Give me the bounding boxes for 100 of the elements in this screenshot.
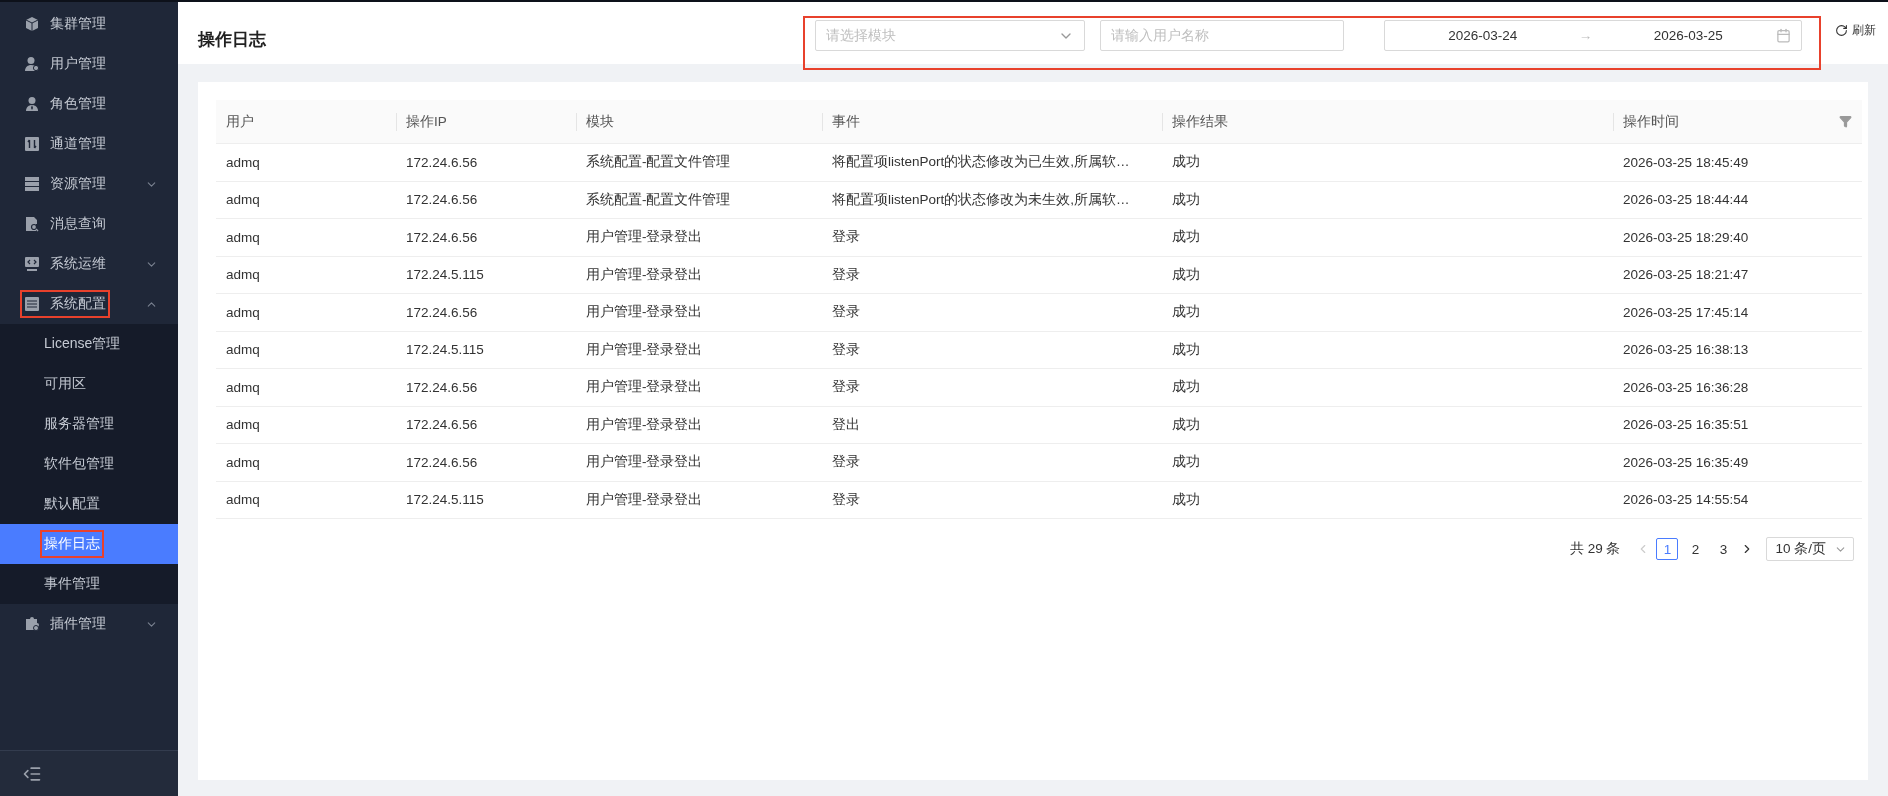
menu-item[interactable]: 插件管理 (0, 604, 178, 644)
column-header: 操作结果 (1162, 100, 1613, 144)
table-cell: admq (216, 406, 396, 444)
table-cell: 用户管理-登录登出 (576, 219, 822, 257)
submenu-item[interactable]: 默认配置 (0, 484, 178, 524)
table-cell: 用户管理-登录登出 (576, 369, 822, 407)
table-cell: 系统配置-配置文件管理 (576, 181, 822, 219)
table-cell: 成功 (1162, 181, 1613, 219)
table-cell: 登录 (822, 256, 1162, 294)
table-cell: 用户管理-登录登出 (576, 481, 822, 519)
table-cell: 172.24.6.56 (396, 219, 576, 257)
menu-label: 软件包管理 (44, 455, 114, 473)
filter-icon[interactable] (1839, 115, 1852, 128)
table-cell: 172.24.5.115 (396, 481, 576, 519)
menu-item[interactable]: 资源管理 (0, 164, 178, 204)
menu-label: 角色管理 (50, 95, 106, 113)
table-cell: admq (216, 331, 396, 369)
column-header: 用户 (216, 100, 396, 144)
table-cell: admq (216, 219, 396, 257)
menu-label: 插件管理 (50, 615, 106, 633)
table-cell: 2026-03-25 16:38:13 (1613, 331, 1862, 369)
table-cell: 成功 (1162, 256, 1613, 294)
table-cell: 172.24.6.56 (396, 181, 576, 219)
column-header: 操作时间 (1613, 100, 1862, 144)
table-cell: 成功 (1162, 369, 1613, 407)
table-cell: 成功 (1162, 144, 1613, 182)
table-cell: 2026-03-25 17:45:14 (1613, 294, 1862, 332)
table-cell: 用户管理-登录登出 (576, 331, 822, 369)
refresh-button[interactable]: 刷新 (1821, 16, 1888, 39)
column-header: 模块 (576, 100, 822, 144)
user-gear-icon (24, 56, 40, 72)
table-cell: admq (216, 369, 396, 407)
table-cell: 2026-03-25 16:35:49 (1613, 444, 1862, 482)
column-header: 事件 (822, 100, 1162, 144)
table-cell: 将配置项listenPort的状态修改为未生效,所属软… (822, 181, 1162, 219)
table-cell: 成功 (1162, 331, 1613, 369)
menu-item[interactable]: 系统运维 (0, 244, 178, 284)
table-cell: 2026-03-25 18:44:44 (1613, 181, 1862, 219)
table-cell: 登录 (822, 444, 1162, 482)
table-cell: 2026-03-25 18:29:40 (1613, 219, 1862, 257)
column-header: 操作IP (396, 100, 576, 144)
menu-item[interactable]: 通道管理 (0, 124, 178, 164)
table-cell: 登录 (822, 481, 1162, 519)
menu-item[interactable]: 用户管理 (0, 44, 178, 84)
page-size-select[interactable]: 10 条/页 (1766, 537, 1854, 561)
submenu-item[interactable]: 可用区 (0, 364, 178, 404)
menu-label: 可用区 (44, 375, 86, 393)
table-cell: 登出 (822, 406, 1162, 444)
menu-label: 操作日志 (44, 535, 100, 553)
table-cell: 172.24.6.56 (396, 369, 576, 407)
submenu-item[interactable]: 事件管理 (0, 564, 178, 604)
page-number[interactable]: 1 (1656, 538, 1679, 560)
table-cell: 成功 (1162, 219, 1613, 257)
table-cell: 登录 (822, 369, 1162, 407)
table-cell: 172.24.5.115 (396, 331, 576, 369)
table-cell: 成功 (1162, 444, 1613, 482)
table-cell: 成功 (1162, 294, 1613, 332)
menu-label: 资源管理 (50, 175, 106, 193)
table-cell: 用户管理-登录登出 (576, 406, 822, 444)
cube-icon (24, 16, 40, 32)
sliders-icon (24, 296, 40, 312)
table-cell: 成功 (1162, 406, 1613, 444)
calendar-icon (1776, 28, 1791, 43)
table-cell: 172.24.6.56 (396, 144, 576, 182)
table-cell: admq (216, 181, 396, 219)
menu-item[interactable]: 消息查询 (0, 204, 178, 244)
puzzle-icon (24, 616, 40, 632)
username-input[interactable]: 请输入用户名称 (1100, 20, 1344, 51)
table-cell: 172.24.6.56 (396, 294, 576, 332)
total-count: 共 29 条 (1569, 540, 1621, 558)
menu-label: 通道管理 (50, 135, 106, 153)
menu-item[interactable]: 角色管理 (0, 84, 178, 124)
table-cell: 用户管理-登录登出 (576, 444, 822, 482)
menu-label: 消息查询 (50, 215, 106, 233)
menu-label: 用户管理 (50, 55, 106, 73)
table-cell: 登录 (822, 294, 1162, 332)
menu-item[interactable]: 系统配置 (0, 284, 178, 324)
menu-label: License管理 (44, 335, 121, 353)
menu-item[interactable]: 集群管理 (0, 4, 178, 44)
table-cell: 用户管理-登录登出 (576, 294, 822, 332)
page-title: 操作日志 (198, 29, 266, 51)
submenu-item[interactable]: License管理 (0, 324, 178, 364)
transfer-icon (24, 136, 40, 152)
table-cell: admq (216, 444, 396, 482)
menu-label: 集群管理 (50, 15, 106, 33)
table-cell: admq (216, 294, 396, 332)
menu-label: 系统运维 (50, 255, 106, 273)
submenu-item[interactable]: 服务器管理 (0, 404, 178, 444)
submenu-item[interactable]: 软件包管理 (0, 444, 178, 484)
table-cell: 172.24.5.115 (396, 256, 576, 294)
menu-label: 系统配置 (50, 295, 106, 313)
menu-label: 事件管理 (44, 575, 100, 593)
table-cell: 系统配置-配置文件管理 (576, 144, 822, 182)
menu-label: 服务器管理 (44, 415, 114, 433)
table-cell: 登录 (822, 331, 1162, 369)
date-range-field[interactable]: 2026-03-24 → 2026-03-25 (1384, 20, 1802, 51)
refresh-icon (1835, 24, 1848, 37)
submenu-item[interactable]: 操作日志 (0, 524, 178, 564)
table-cell: 将配置项listenPort的状态修改为已生效,所属软… (822, 144, 1162, 182)
table-cell: admq (216, 256, 396, 294)
